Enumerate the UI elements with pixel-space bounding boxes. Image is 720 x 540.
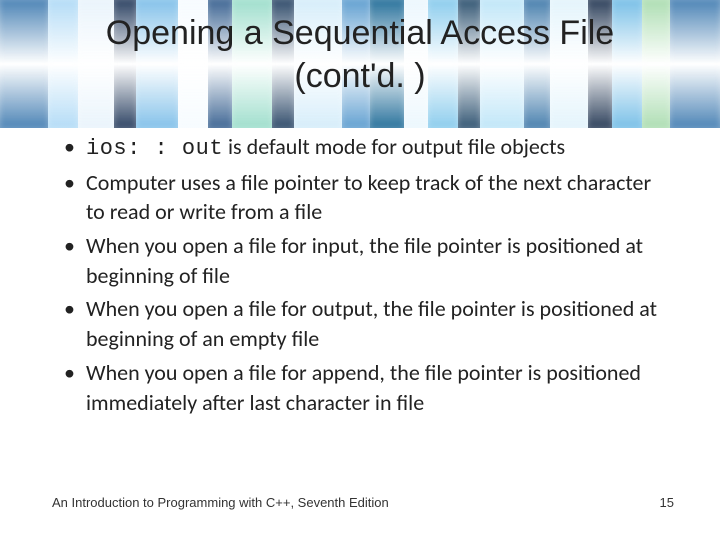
bullet-3: When you open a file for input, the file… <box>60 231 670 290</box>
footer-text: An Introduction to Programming with C++,… <box>52 495 389 510</box>
bullet-1: ios: : out is default mode for output fi… <box>60 132 670 164</box>
bullet-4: When you open a file for output, the fil… <box>60 294 670 353</box>
bullet-1-code: ios: : out <box>86 136 223 161</box>
slide-body: ios: : out is default mode for output fi… <box>60 132 670 421</box>
title-line-2: (cont'd. ) <box>0 55 720 98</box>
title-line-1: Opening a Sequential Access File <box>0 12 720 55</box>
bullet-5: When you open a file for append, the fil… <box>60 358 670 417</box>
slide-title: Opening a Sequential Access File (cont'd… <box>0 12 720 97</box>
page-number: 15 <box>660 495 674 510</box>
bullet-2: Computer uses a file pointer to keep tra… <box>60 168 670 227</box>
bullet-1-rest: is default mode for output file objects <box>223 133 565 160</box>
